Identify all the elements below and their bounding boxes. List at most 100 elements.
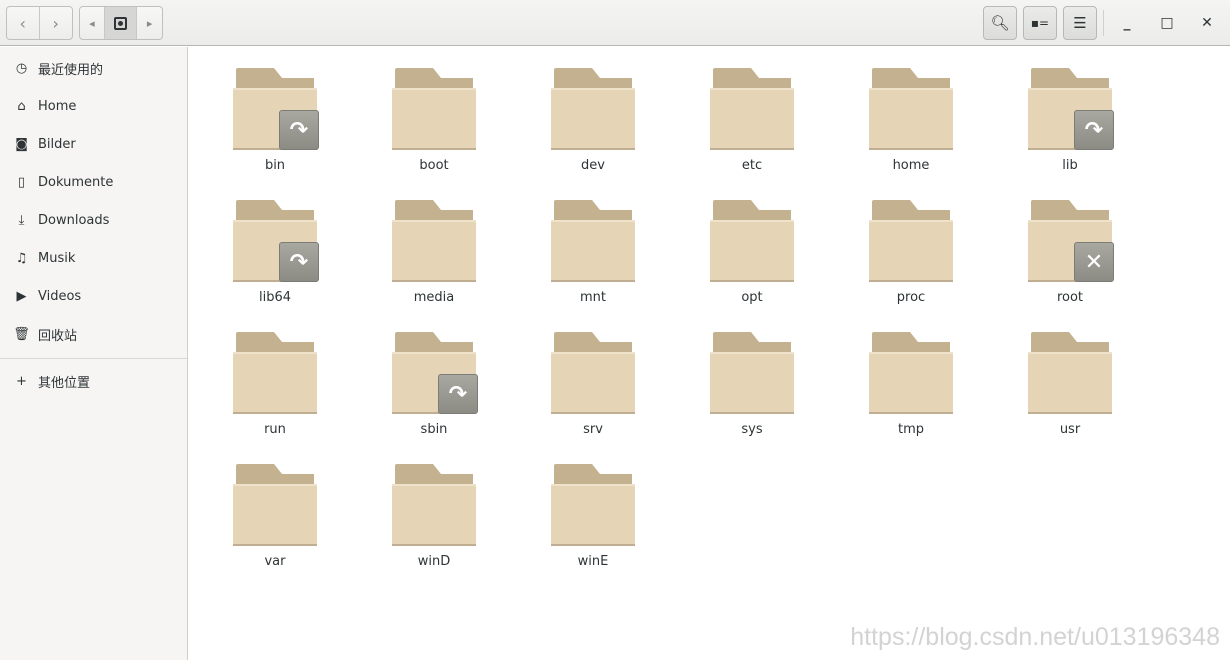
- folder-icon: [392, 200, 476, 284]
- folder-icon: [1028, 332, 1112, 416]
- folder-name: root: [1056, 290, 1084, 305]
- folder-icon: [392, 464, 476, 548]
- folder-item[interactable]: winD: [359, 464, 509, 584]
- folder-item[interactable]: dev: [518, 68, 668, 188]
- sidebar-item-videos[interactable]: ▶ Videos: [0, 279, 187, 313]
- path-bar: ◂ ▸: [79, 6, 163, 40]
- sidebar-item-label: Dokumente: [38, 174, 114, 190]
- symlink-emblem-icon: ↷: [438, 374, 478, 414]
- sidebar-item-label: Home: [38, 98, 77, 114]
- folder-name: run: [264, 422, 286, 437]
- close-button[interactable]: ✕: [1190, 6, 1224, 40]
- sidebar-item-documents[interactable]: ▯ Dokumente: [0, 165, 187, 199]
- folder-item[interactable]: etc: [677, 68, 827, 188]
- sidebar-divider: [0, 358, 187, 359]
- drive-icon: [114, 16, 127, 30]
- folder-name: proc: [896, 290, 926, 305]
- folder-item[interactable]: tmp: [836, 332, 986, 452]
- folder-item[interactable]: ↷ lib: [995, 68, 1145, 188]
- music-icon: ♫: [15, 250, 28, 266]
- sidebar-item-home[interactable]: ⌂ Home: [0, 89, 187, 123]
- back-button[interactable]: ‹: [7, 7, 40, 39]
- folder-item[interactable]: mnt: [518, 200, 668, 320]
- folder-icon: [392, 68, 476, 152]
- folder-name: srv: [583, 422, 603, 437]
- folder-item[interactable]: srv: [518, 332, 668, 452]
- videos-icon: ▶: [16, 288, 27, 304]
- folder-icon: [233, 464, 317, 548]
- folder-icon: [869, 68, 953, 152]
- sidebar-item-label: Downloads: [38, 212, 110, 228]
- file-grid: ↷ bin boot dev etc home ↷ lib ↷ lib64 media mnt opt p…: [189, 47, 1230, 660]
- folder-name: lib64: [258, 290, 292, 305]
- folder-name: dev: [581, 158, 605, 173]
- sidebar-item-music[interactable]: ♫ Musik: [0, 241, 187, 275]
- folder-icon: [233, 332, 317, 416]
- menu-button[interactable]: ☰: [1063, 6, 1097, 40]
- folder-name: sys: [741, 422, 763, 437]
- folder-icon: [869, 332, 953, 416]
- folder-item[interactable]: boot: [359, 68, 509, 188]
- sidebar-item-label: Musik: [38, 250, 76, 266]
- folder-item[interactable]: ↷ lib64: [200, 200, 350, 320]
- sidebar-item-trash[interactable]: 🗑 回收站: [0, 317, 187, 351]
- home-icon: ⌂: [17, 98, 26, 114]
- folder-item[interactable]: ↷ sbin: [359, 332, 509, 452]
- sidebar-item-recent[interactable]: ◷ 最近使用的: [0, 51, 187, 85]
- list-view-icon: ▪=: [1030, 16, 1050, 30]
- folder-name: sbin: [420, 422, 448, 437]
- maximize-button[interactable]: □: [1150, 6, 1184, 40]
- symlink-emblem-icon: ↷: [279, 242, 319, 282]
- folder-item[interactable]: opt: [677, 200, 827, 320]
- folder-name: usr: [1059, 422, 1081, 437]
- path-root-button[interactable]: [104, 7, 138, 39]
- separator: [1103, 10, 1104, 36]
- folder-item[interactable]: ↷ bin: [200, 68, 350, 188]
- view-mode-button[interactable]: ▪=: [1023, 6, 1057, 40]
- downloads-icon: ⤓: [18, 212, 25, 228]
- symlink-emblem-icon: ↷: [1074, 110, 1114, 150]
- documents-icon: ▯: [17, 174, 26, 190]
- folder-icon: [551, 200, 635, 284]
- search-button[interactable]: 🔍︎: [983, 6, 1017, 40]
- menu-icon: ☰: [1073, 14, 1087, 32]
- forward-button[interactable]: ›: [40, 7, 73, 39]
- folder-name: tmp: [897, 422, 924, 437]
- folder-item[interactable]: home: [836, 68, 986, 188]
- sidebar: + 其他位置 ◷ 最近使用的 ⌂ Home ◙ Bilder ▯ Dokumente ⤓ Down…: [0, 47, 188, 660]
- sidebar-item-other-locations[interactable]: + 其他位置: [0, 364, 187, 398]
- path-scroll-right[interactable]: ▸: [137, 7, 162, 39]
- folder-item[interactable]: winE: [518, 464, 668, 584]
- folder-name: winE: [577, 554, 609, 569]
- folder-item[interactable]: ✕ root: [995, 200, 1145, 320]
- path-scroll-left[interactable]: ◂: [80, 7, 105, 39]
- sidebar-item-label: Bilder: [38, 136, 76, 152]
- folder-name: etc: [741, 158, 763, 173]
- folder-icon: [869, 200, 953, 284]
- pictures-icon: ◙: [15, 136, 28, 152]
- folder-name: bin: [264, 158, 286, 173]
- sidebar-item-label: 最近使用的: [38, 62, 104, 78]
- folder-name: lib: [1062, 158, 1078, 173]
- folder-item[interactable]: proc: [836, 200, 986, 320]
- minimize-button[interactable]: _: [1110, 6, 1144, 40]
- folder-item[interactable]: sys: [677, 332, 827, 452]
- folder-item[interactable]: run: [200, 332, 350, 452]
- sidebar-item-pictures[interactable]: ◙ Bilder: [0, 127, 187, 161]
- folder-icon: [551, 464, 635, 548]
- unreadable-emblem-icon: ✕: [1074, 242, 1114, 282]
- folder-name: winD: [417, 554, 451, 569]
- sidebar-item-label: 其他位置: [38, 375, 91, 391]
- sidebar-item-downloads[interactable]: ⤓ Downloads: [0, 203, 187, 237]
- folder-item[interactable]: var: [200, 464, 350, 584]
- folder-icon: [551, 68, 635, 152]
- trash-icon: 🗑: [13, 326, 30, 342]
- header-bar: ‹ › ◂ ▸ 🔍︎ ▪= ☰ _ □ ✕: [0, 0, 1230, 46]
- folder-item[interactable]: usr: [995, 332, 1145, 452]
- folder-icon: [710, 68, 794, 152]
- sidebar-item-label: 回收站: [38, 328, 78, 344]
- folder-item[interactable]: media: [359, 200, 509, 320]
- folder-icon: [710, 200, 794, 284]
- folder-name: opt: [741, 290, 763, 305]
- search-icon: 🔍︎: [990, 14, 1010, 32]
